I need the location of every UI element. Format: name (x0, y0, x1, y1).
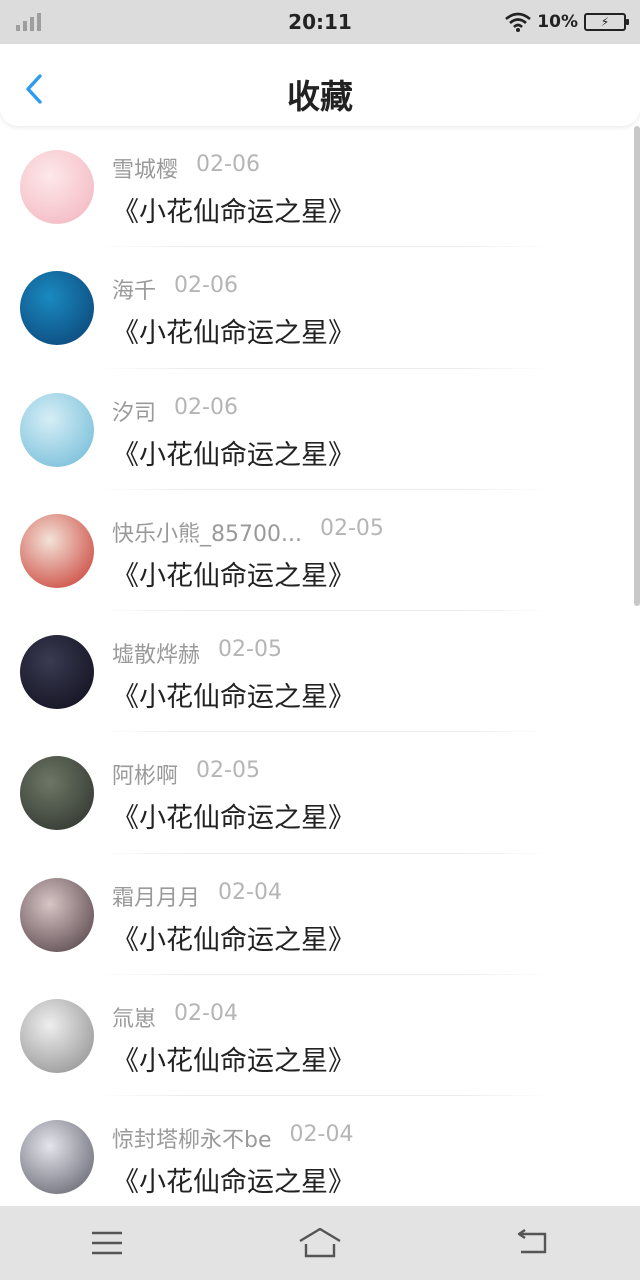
scrollbar[interactable] (634, 126, 640, 606)
avatar[interactable] (20, 635, 94, 710)
item-date: 02-04 (289, 1122, 354, 1148)
user-name[interactable]: 墟散烨赫 (112, 637, 200, 669)
battery-charging-icon: ⚡ (584, 13, 629, 31)
item-date: 02-05 (319, 515, 384, 541)
item-date: 02-05 (218, 637, 282, 663)
item-meta: 氚崽 02-04 (112, 1001, 238, 1033)
book-title[interactable]: 《小花仙命运之星》 (112, 675, 355, 714)
book-title[interactable]: 《小花仙命运之星》 (112, 1039, 355, 1078)
item-date: 02-04 (174, 1001, 238, 1027)
item-meta: 惊封塔柳永不be 02-04 (112, 1122, 353, 1154)
item-meta: 墟散烨赫 02-05 (112, 637, 282, 669)
user-name[interactable]: 霜月月月 (112, 880, 200, 912)
list-item[interactable]: 阿彬啊 02-05 《小花仙命运之星》 (0, 732, 640, 854)
item-date: 02-06 (196, 152, 260, 177)
header: 收藏 (0, 44, 640, 126)
status-time: 20:11 (288, 10, 352, 34)
menu-icon[interactable] (77, 1223, 137, 1263)
item-meta: 汐司 02-06 (112, 395, 238, 427)
page-title: 收藏 (287, 77, 353, 116)
avatar[interactable] (20, 392, 94, 467)
item-date: 02-06 (174, 394, 238, 420)
item-date: 02-06 (174, 273, 238, 299)
status-bar: 20:11 10% ⚡ (0, 0, 640, 44)
user-name[interactable]: 惊封塔柳永不be (112, 1122, 272, 1154)
list-item[interactable]: 墟散烨赫 02-05 《小花仙命运之星》 (0, 611, 640, 733)
item-meta: 霜月月月 02-04 (112, 880, 282, 912)
list-item[interactable]: 氚崽 02-04 《小花仙命运之星》 (0, 975, 640, 1097)
book-title[interactable]: 《小花仙命运之星》 (112, 311, 355, 350)
avatar[interactable] (20, 1120, 94, 1195)
user-name[interactable]: 快乐小熊_85700... (112, 516, 302, 548)
item-meta: 雪城樱 02-06 (112, 152, 260, 184)
user-name[interactable]: 海千 (112, 273, 156, 305)
list-item[interactable]: 惊封塔柳永不be 02-04 《小花仙命运之星》 (0, 1096, 640, 1206)
user-name[interactable]: 汐司 (112, 395, 156, 427)
avatar[interactable] (20, 756, 94, 831)
nav-bar (0, 1206, 640, 1280)
user-name[interactable]: 阿彬啊 (112, 758, 178, 790)
book-title[interactable]: 《小花仙命运之星》 (112, 433, 355, 472)
list-item[interactable]: 快乐小熊_85700... 02-05 《小花仙命运之星》 (0, 490, 640, 612)
home-icon[interactable] (290, 1223, 350, 1263)
item-meta: 海千 02-06 (112, 273, 238, 305)
book-title[interactable]: 《小花仙命运之星》 (112, 190, 355, 229)
book-title[interactable]: 《小花仙命运之星》 (112, 796, 355, 835)
list-item[interactable]: 汐司 02-06 《小花仙命运之星》 (0, 369, 640, 490)
avatar[interactable] (20, 999, 94, 1074)
book-title[interactable]: 《小花仙命运之星》 (112, 1160, 355, 1199)
item-meta: 阿彬啊 02-05 (112, 758, 260, 790)
list-item[interactable]: 海千 02-06 《小花仙命运之星》 (0, 247, 640, 369)
book-title[interactable]: 《小花仙命运之星》 (112, 554, 355, 593)
back-icon[interactable] (503, 1223, 563, 1263)
avatar[interactable] (20, 150, 94, 224)
avatar[interactable] (20, 513, 94, 588)
user-name[interactable]: 雪城樱 (112, 152, 178, 184)
favorites-list: 雪城樱 02-06 《小花仙命运之星》 海千 02-06 《小花仙命运之星》 汐司 02-06… (0, 126, 640, 1206)
item-date: 02-05 (196, 758, 260, 784)
item-meta: 快乐小熊_85700... 02-05 (112, 516, 384, 548)
list-item[interactable]: 霜月月月 02-04 《小花仙命运之星》 (0, 854, 640, 976)
avatar[interactable] (20, 271, 94, 346)
list-item[interactable]: 雪城樱 02-06 《小花仙命运之星》 (0, 126, 640, 248)
book-title[interactable]: 《小花仙命运之星》 (112, 918, 355, 957)
item-date: 02-04 (218, 879, 282, 905)
user-name[interactable]: 氚崽 (112, 1001, 156, 1033)
avatar[interactable] (20, 877, 94, 952)
